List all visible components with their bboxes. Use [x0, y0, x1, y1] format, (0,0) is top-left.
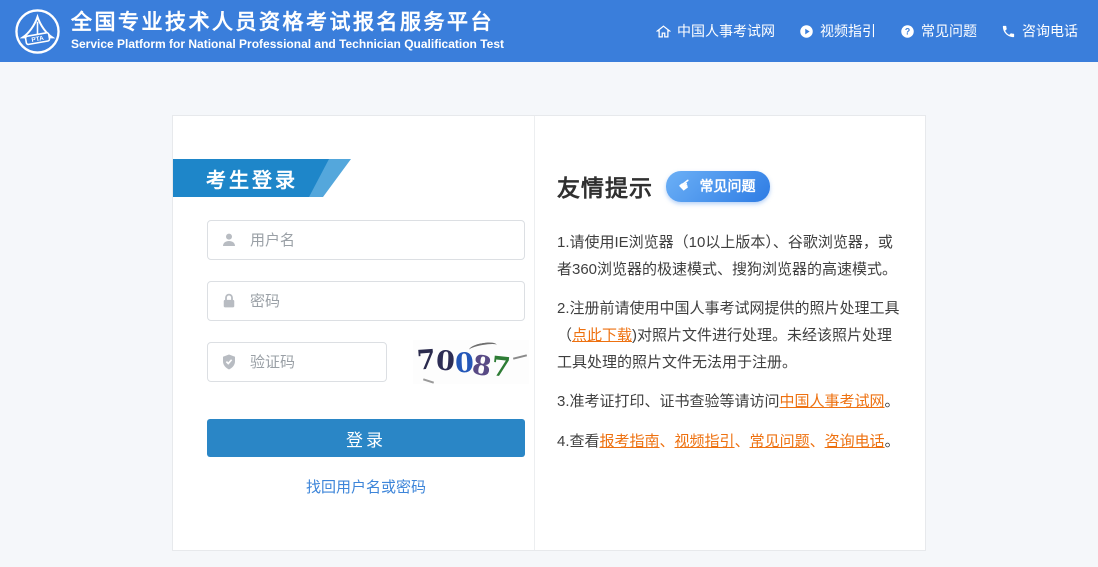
tips-section: 友情提示 ☛ 常见问题 1.请使用IE浏览器（10以上版本）、谷歌浏览器，或者3… [535, 116, 925, 550]
tip-link[interactable]: 常见问题 [750, 433, 810, 450]
tip-text: 1.请使用IE浏览器（10以上版本）、谷歌浏览器，或者360浏览器的极速模式、搜… [557, 234, 898, 278]
nav-label: 中国人事考试网 [677, 23, 775, 39]
nav-video-guide[interactable]: 视频指引 [799, 21, 876, 41]
site-title: 全国专业技术人员资格考试报名服务平台 [71, 10, 494, 34]
password-input[interactable] [207, 281, 525, 321]
tip-link[interactable]: 中国人事考试网 [780, 393, 885, 410]
captcha-input[interactable] [207, 342, 387, 382]
tip-separator: 、 [734, 433, 750, 451]
username-input[interactable] [207, 220, 525, 260]
pointing-hand-icon: ☛ [675, 174, 697, 197]
forgot-credentials-link[interactable]: 找回用户名或密码 [207, 476, 525, 497]
tip-link[interactable]: 点此下载 [572, 327, 632, 344]
faq-badge-label: 常见问题 [699, 177, 756, 194]
tips-list: 1.请使用IE浏览器（10以上版本）、谷歌浏览器，或者360浏览器的极速模式、搜… [557, 230, 905, 456]
captcha-noise [512, 354, 528, 360]
captcha-field [207, 342, 387, 382]
site-subtitle: Service Platform for National Profession… [71, 37, 504, 52]
captcha-digit: 7 [490, 350, 513, 384]
svg-text:?: ? [905, 26, 910, 36]
site-titles: 全国专业技术人员资格考试报名服务平台 Service Platform for … [71, 11, 504, 51]
play-icon [799, 24, 814, 39]
nav-china-personnel-exam-site[interactable]: 中国人事考试网 [656, 21, 775, 41]
login-section: 考生登录 70087 登录 找回用户名或密码 [173, 116, 535, 550]
captcha-noise [422, 378, 435, 384]
nav-hotline[interactable]: 咨询电话 [1001, 21, 1078, 41]
tip-separator: 、 [659, 433, 675, 451]
nav-label: 视频指引 [820, 23, 876, 39]
tip-text: 。 [884, 393, 900, 411]
nav-label: 咨询电话 [1022, 23, 1078, 39]
login-card: 考生登录 70087 登录 找回用户名或密码 [172, 115, 926, 551]
login-button[interactable]: 登录 [207, 419, 525, 457]
captcha-image[interactable]: 70087 [413, 340, 529, 384]
tip-text: 4.查看 [557, 433, 600, 451]
top-header: PTA 全国专业技术人员资格考试报名服务平台 Service Platform … [0, 0, 1098, 62]
tip-link[interactable]: 报考指南 [600, 433, 660, 450]
home-icon [656, 24, 671, 39]
tip-separator: 、 [809, 433, 825, 451]
login-banner-title: 考生登录 [206, 169, 298, 192]
header-nav: 中国人事考试网 视频指引 ? 常见问题 咨询电话 [656, 21, 1078, 41]
pta-logo-icon: PTA [14, 8, 61, 55]
tip-link[interactable]: 咨询电话 [825, 433, 885, 450]
password-field [207, 281, 525, 321]
nav-label: 常见问题 [921, 23, 977, 39]
captcha-digit: 0 [435, 345, 456, 377]
faq-badge-button[interactable]: ☛ 常见问题 [666, 170, 771, 202]
username-field [207, 220, 525, 260]
tip-text: 3.准考证打印、证书查验等请访问 [557, 393, 780, 411]
login-banner: 考生登录 [173, 159, 351, 197]
nav-faq[interactable]: ? 常见问题 [900, 21, 977, 41]
tip-link[interactable]: 视频指引 [675, 433, 735, 450]
phone-icon [1001, 24, 1016, 39]
tip-item: 4.查看报考指南、视频指引、常见问题、咨询电话。 [557, 429, 905, 456]
tips-heading: 友情提示 [557, 175, 653, 201]
question-icon: ? [900, 24, 915, 39]
tip-item: 1.请使用IE浏览器（10以上版本）、谷歌浏览器，或者360浏览器的极速模式、搜… [557, 230, 905, 283]
brand: PTA 全国专业技术人员资格考试报名服务平台 Service Platform … [14, 8, 504, 55]
tip-item: 3.准考证打印、证书查验等请访问中国人事考试网。 [557, 389, 905, 416]
tips-header: 友情提示 ☛ 常见问题 [557, 169, 905, 203]
tip-item: 2.注册前请使用中国人事考试网提供的照片处理工具（点此下载)对照片文件进行处理。… [557, 296, 905, 376]
tip-text: 。 [884, 433, 900, 451]
captcha-digit: 7 [415, 343, 437, 377]
